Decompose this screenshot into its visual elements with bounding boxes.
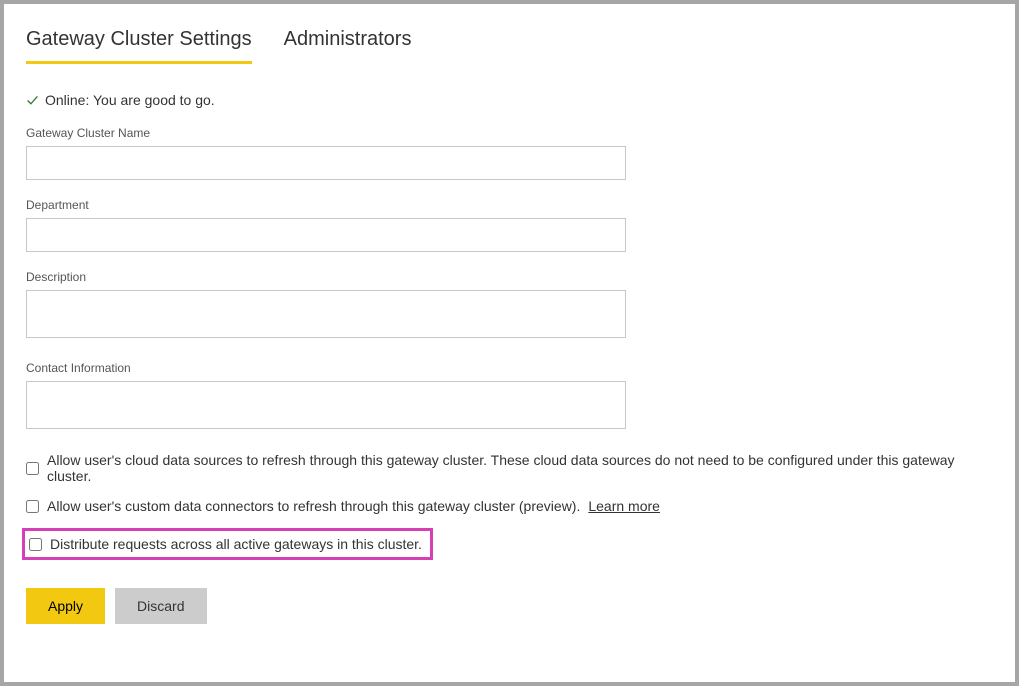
learn-more-link[interactable]: Learn more <box>588 498 660 514</box>
field-group-name: Gateway Cluster Name <box>26 126 993 180</box>
label-gateway-cluster-name: Gateway Cluster Name <box>26 126 993 140</box>
field-group-contact: Contact Information <box>26 361 993 434</box>
allow-cloud-data-sources-label: Allow user's cloud data sources to refre… <box>47 452 993 484</box>
description-input[interactable] <box>26 290 626 338</box>
check-icon <box>26 94 39 107</box>
tab-bar: Gateway Cluster Settings Administrators <box>26 28 993 64</box>
allow-custom-connectors-label: Allow user's custom data connectors to r… <box>47 498 580 514</box>
allow-custom-connectors-checkbox[interactable] <box>26 500 39 513</box>
apply-button[interactable]: Apply <box>26 588 105 624</box>
gateway-cluster-name-input[interactable] <box>26 146 626 180</box>
checkbox-row-cloud: Allow user's cloud data sources to refre… <box>26 452 993 484</box>
tab-administrators[interactable]: Administrators <box>284 28 412 64</box>
button-row: Apply Discard <box>26 588 993 624</box>
contact-information-input[interactable] <box>26 381 626 429</box>
distribute-highlight-box: Distribute requests across all active ga… <box>22 528 433 560</box>
label-contact-information: Contact Information <box>26 361 993 375</box>
checkbox-section: Allow user's cloud data sources to refre… <box>26 452 993 580</box>
settings-panel: Gateway Cluster Settings Administrators … <box>4 4 1015 682</box>
distribute-requests-label: Distribute requests across all active ga… <box>50 536 422 552</box>
field-group-description: Description <box>26 270 993 343</box>
distribute-requests-checkbox[interactable] <box>29 538 42 551</box>
checkbox-row-connectors: Allow user's custom data connectors to r… <box>26 498 993 514</box>
status-text: Online: You are good to go. <box>45 92 215 108</box>
allow-cloud-data-sources-checkbox[interactable] <box>26 462 39 475</box>
discard-button[interactable]: Discard <box>115 588 206 624</box>
field-group-department: Department <box>26 198 993 252</box>
status-row: Online: You are good to go. <box>26 92 993 108</box>
department-input[interactable] <box>26 218 626 252</box>
tab-gateway-cluster-settings[interactable]: Gateway Cluster Settings <box>26 28 252 64</box>
label-description: Description <box>26 270 993 284</box>
label-department: Department <box>26 198 993 212</box>
